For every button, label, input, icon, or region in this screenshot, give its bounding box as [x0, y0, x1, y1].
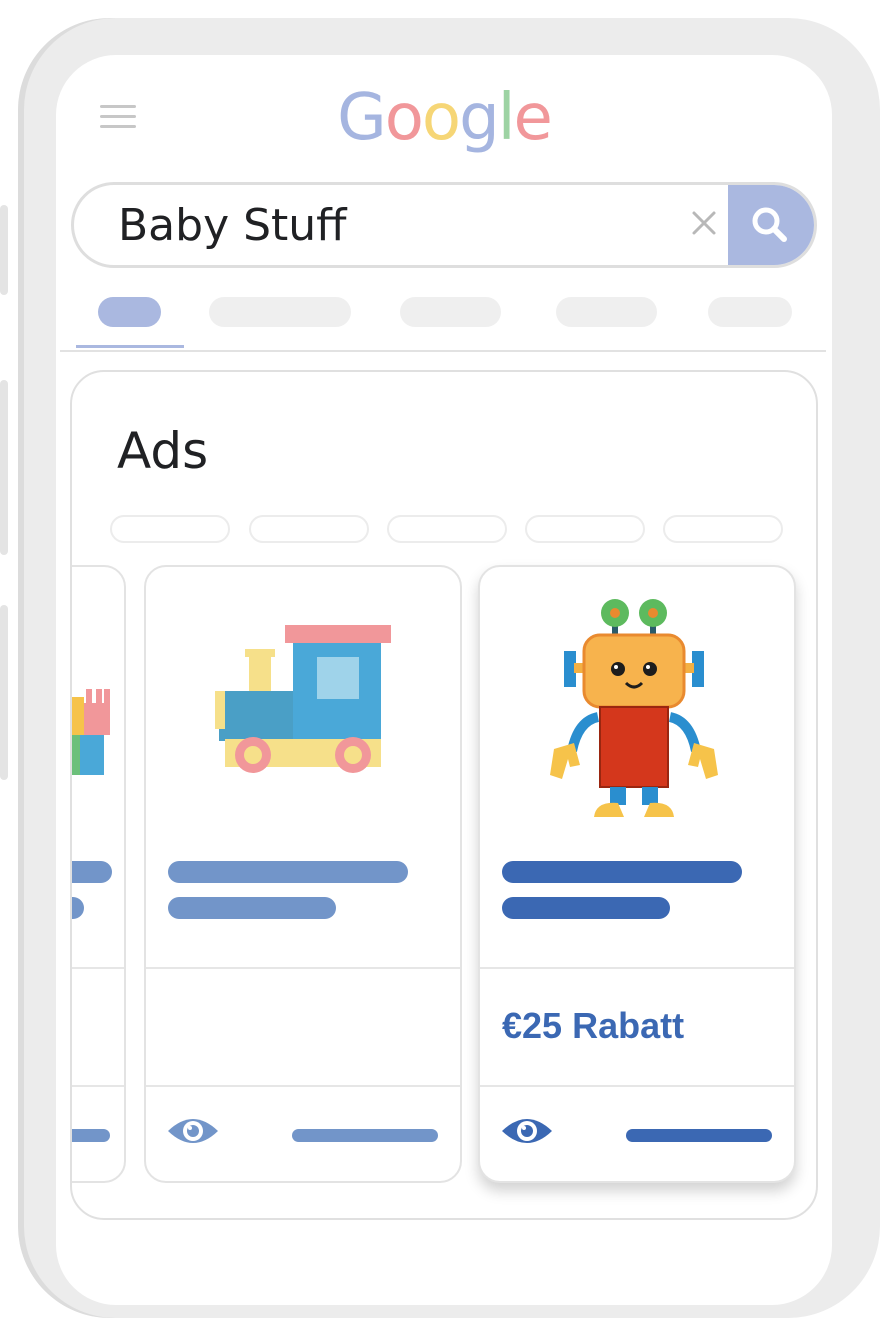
toy-robot-image	[550, 599, 718, 817]
title-line	[502, 861, 742, 883]
title-line	[72, 897, 84, 919]
power-button	[0, 605, 8, 780]
tab-all[interactable]	[98, 297, 161, 327]
divider	[72, 967, 124, 969]
product-card-blocks[interactable]	[72, 565, 126, 1183]
volume-down-button	[0, 380, 8, 555]
ads-title: Ads	[117, 422, 209, 480]
link-line	[626, 1129, 772, 1142]
search-icon	[752, 207, 787, 242]
filter-chip[interactable]	[663, 515, 783, 543]
filter-chip[interactable]	[110, 515, 230, 543]
toy-blocks-image	[72, 689, 110, 775]
divider	[146, 967, 460, 969]
title-line	[72, 861, 112, 883]
search-bar	[71, 182, 817, 268]
google-logo: Google	[56, 81, 832, 155]
link-line	[292, 1129, 438, 1142]
ads-section: Ads €25 Rabatt	[70, 370, 818, 1220]
close-icon[interactable]	[682, 201, 726, 245]
tab-5[interactable]	[708, 297, 792, 327]
tab-4[interactable]	[556, 297, 657, 327]
search-button[interactable]	[728, 185, 814, 265]
logo-letter: l	[497, 81, 516, 155]
divider	[146, 1085, 460, 1087]
title-line	[168, 861, 408, 883]
logo-letter: G	[337, 81, 387, 155]
logo-letter: e	[513, 81, 552, 155]
filter-chip[interactable]	[525, 515, 645, 543]
title-line	[168, 897, 336, 919]
filter-chip[interactable]	[249, 515, 369, 543]
toy-train-image	[215, 625, 391, 773]
divider	[480, 967, 794, 969]
tab-2[interactable]	[209, 297, 351, 327]
tab-3[interactable]	[400, 297, 501, 327]
volume-up-button	[0, 205, 8, 295]
tab-divider	[60, 350, 826, 352]
logo-letter: o	[384, 81, 424, 155]
filter-chip[interactable]	[387, 515, 507, 543]
active-tab-indicator	[76, 345, 184, 348]
product-card-robot[interactable]: €25 Rabatt	[478, 565, 796, 1183]
title-line	[502, 897, 670, 919]
divider	[72, 1085, 124, 1087]
divider	[480, 1085, 794, 1087]
logo-letter: o	[421, 81, 461, 155]
discount-label: €25 Rabatt	[502, 1005, 685, 1046]
phone-screen: Google Ads	[56, 55, 832, 1305]
eye-icon	[502, 1119, 552, 1143]
logo-letter: g	[459, 81, 500, 155]
link-line	[72, 1129, 110, 1142]
eye-icon	[168, 1119, 218, 1143]
search-input[interactable]	[118, 197, 638, 253]
product-card-train[interactable]	[144, 565, 462, 1183]
